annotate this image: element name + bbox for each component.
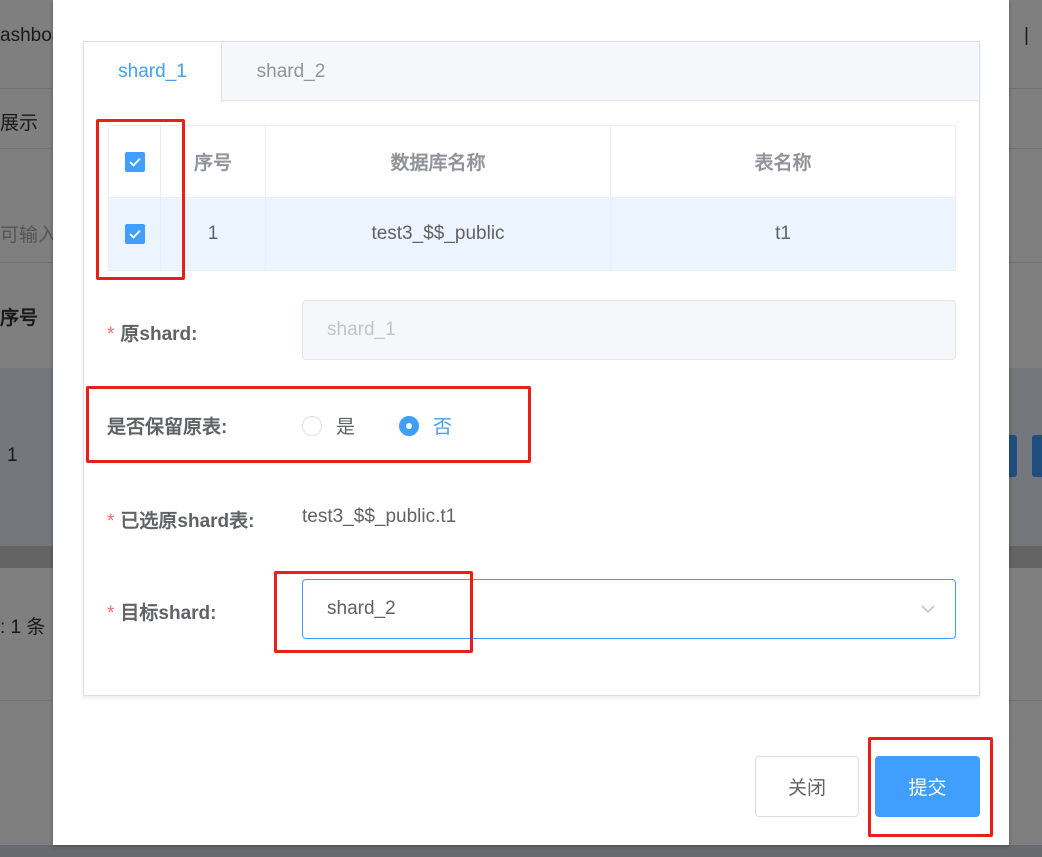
close-button[interactable]: 关闭 xyxy=(755,756,859,817)
selected-tables-label-text: 已选原shard表: xyxy=(120,511,255,532)
selected-tables-label: * 已选原shard表: xyxy=(107,506,254,533)
source-shard-label-text: 原shard: xyxy=(120,324,198,345)
radio-yes-label: 是 xyxy=(336,417,356,438)
row-checkbox-cell xyxy=(109,198,161,270)
target-shard-value: shard_2 xyxy=(327,598,396,619)
chevron-down-icon xyxy=(921,605,935,614)
required-mark: * xyxy=(107,324,115,345)
submit-button[interactable]: 提交 xyxy=(875,756,980,817)
column-header-database: 数据库名称 xyxy=(266,126,611,197)
required-mark: * xyxy=(107,603,115,624)
row-database-name: test3_$$_public xyxy=(266,198,611,270)
column-header-index: 序号 xyxy=(161,126,266,197)
table-header-row: 序号 数据库名称 表名称 xyxy=(109,126,955,198)
tabs-header: shard_1 shard_2 xyxy=(84,42,979,102)
radio-keep-yes[interactable]: 是 xyxy=(302,412,355,439)
check-icon xyxy=(128,229,141,239)
selected-tables-value: test3_$$_public.t1 xyxy=(302,506,457,527)
target-shard-select[interactable]: shard_2 xyxy=(302,579,956,639)
source-shard-value: shard_1 xyxy=(327,319,396,340)
source-shard-input: shard_1 xyxy=(302,300,956,360)
radio-no-label: 否 xyxy=(433,417,453,438)
tab-shard-1[interactable]: shard_1 xyxy=(84,42,222,102)
required-mark: * xyxy=(107,511,115,532)
row-checkbox[interactable] xyxy=(124,224,145,244)
target-shard-label: * 目标shard: xyxy=(107,598,216,625)
table-row[interactable]: 1 test3_$$_public t1 xyxy=(109,198,955,270)
keep-source-radio-group: 是 否 xyxy=(302,412,496,439)
row-table-name: t1 xyxy=(775,223,791,244)
target-shard-label-text: 目标shard: xyxy=(120,603,217,624)
header-checkbox-cell xyxy=(109,126,161,197)
radio-keep-no[interactable]: 否 xyxy=(399,412,452,439)
row-index: 1 xyxy=(161,198,266,270)
source-shard-label: * 原shard: xyxy=(107,319,197,346)
column-header-table: 表名称 xyxy=(754,153,812,174)
keep-source-label: 是否保留原表: xyxy=(107,417,228,438)
shard-tabs: shard_1 shard_2 序号 数据库名称 表名称 1 test3_$$_… xyxy=(83,41,980,696)
select-all-checkbox[interactable] xyxy=(124,151,145,172)
migrate-shard-dialog: shard_1 shard_2 序号 数据库名称 表名称 1 test3_$$_… xyxy=(53,0,1009,845)
radio-circle xyxy=(399,415,420,436)
shard-table-list: 序号 数据库名称 表名称 1 test3_$$_public t1 xyxy=(108,125,956,271)
radio-circle xyxy=(302,415,322,436)
tab-shard-2[interactable]: shard_2 xyxy=(222,42,360,101)
check-icon xyxy=(128,157,141,167)
